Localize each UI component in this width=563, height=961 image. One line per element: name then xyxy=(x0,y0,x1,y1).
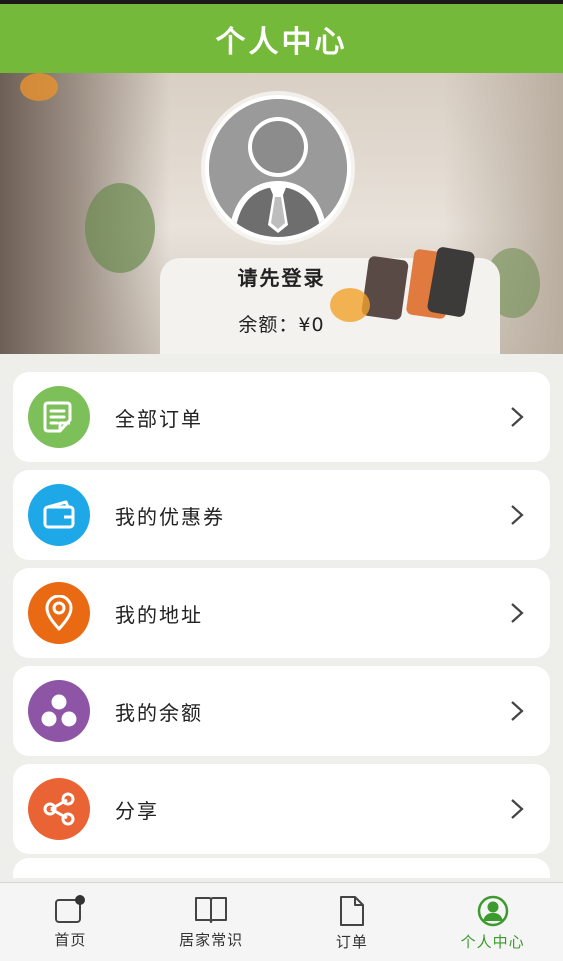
chevron-right-icon xyxy=(511,799,524,819)
menu-item-label: 我的优惠券 xyxy=(115,504,225,529)
chevron-right-icon xyxy=(511,505,524,525)
menu-item-label: 我的地址 xyxy=(115,602,203,627)
book-icon xyxy=(195,897,228,923)
hero-decoration xyxy=(20,73,58,101)
menu-item-address[interactable]: 我的地址 xyxy=(13,568,550,658)
hero-decoration xyxy=(85,183,155,273)
nav-item-home[interactable]: 首页 xyxy=(0,883,141,961)
menu-item-partial xyxy=(13,858,550,878)
avatar-image xyxy=(209,99,347,237)
balance-label: 余额： xyxy=(238,314,299,336)
menu-item-label: 全部订单 xyxy=(115,406,203,431)
wallet-icon xyxy=(28,484,90,546)
document-icon xyxy=(339,896,364,926)
avatar[interactable] xyxy=(205,95,351,241)
nav-item-label: 居家常识 xyxy=(179,931,244,949)
login-prompt[interactable]: 请先登录 xyxy=(0,262,563,291)
balance-dots-icon xyxy=(28,680,90,742)
nav-item-orders[interactable]: 订单 xyxy=(282,883,423,961)
share-icon xyxy=(28,778,90,840)
menu-item-balance[interactable]: 我的余额 xyxy=(13,666,550,756)
page-title: 个人中心 xyxy=(0,4,563,73)
balance-value: ¥0 xyxy=(298,314,325,336)
user-icon xyxy=(477,895,508,927)
chevron-right-icon xyxy=(511,407,524,427)
chevron-right-icon xyxy=(511,603,524,623)
home-icon xyxy=(55,895,86,923)
order-document-icon xyxy=(28,386,90,448)
nav-item-home-tips[interactable]: 居家常识 xyxy=(141,883,282,961)
nav-item-profile[interactable]: 个人中心 xyxy=(422,883,563,961)
nav-item-label: 首页 xyxy=(54,931,87,949)
bottom-nav: 首页 居家常识 订单 个人中心 xyxy=(0,882,563,961)
chevron-right-icon xyxy=(511,701,524,721)
menu-item-share[interactable]: 分享 xyxy=(13,764,550,854)
balance-display: 余额：¥0 xyxy=(0,310,563,337)
menu-item-coupons[interactable]: 我的优惠券 xyxy=(13,470,550,560)
default-user-icon xyxy=(209,99,347,237)
menu-item-orders[interactable]: 全部订单 xyxy=(13,372,550,462)
nav-item-label: 个人中心 xyxy=(460,933,525,951)
nav-item-label: 订单 xyxy=(335,933,368,951)
location-pin-icon xyxy=(28,582,90,644)
menu-item-label: 我的余额 xyxy=(115,700,203,725)
menu-item-label: 分享 xyxy=(115,798,159,823)
